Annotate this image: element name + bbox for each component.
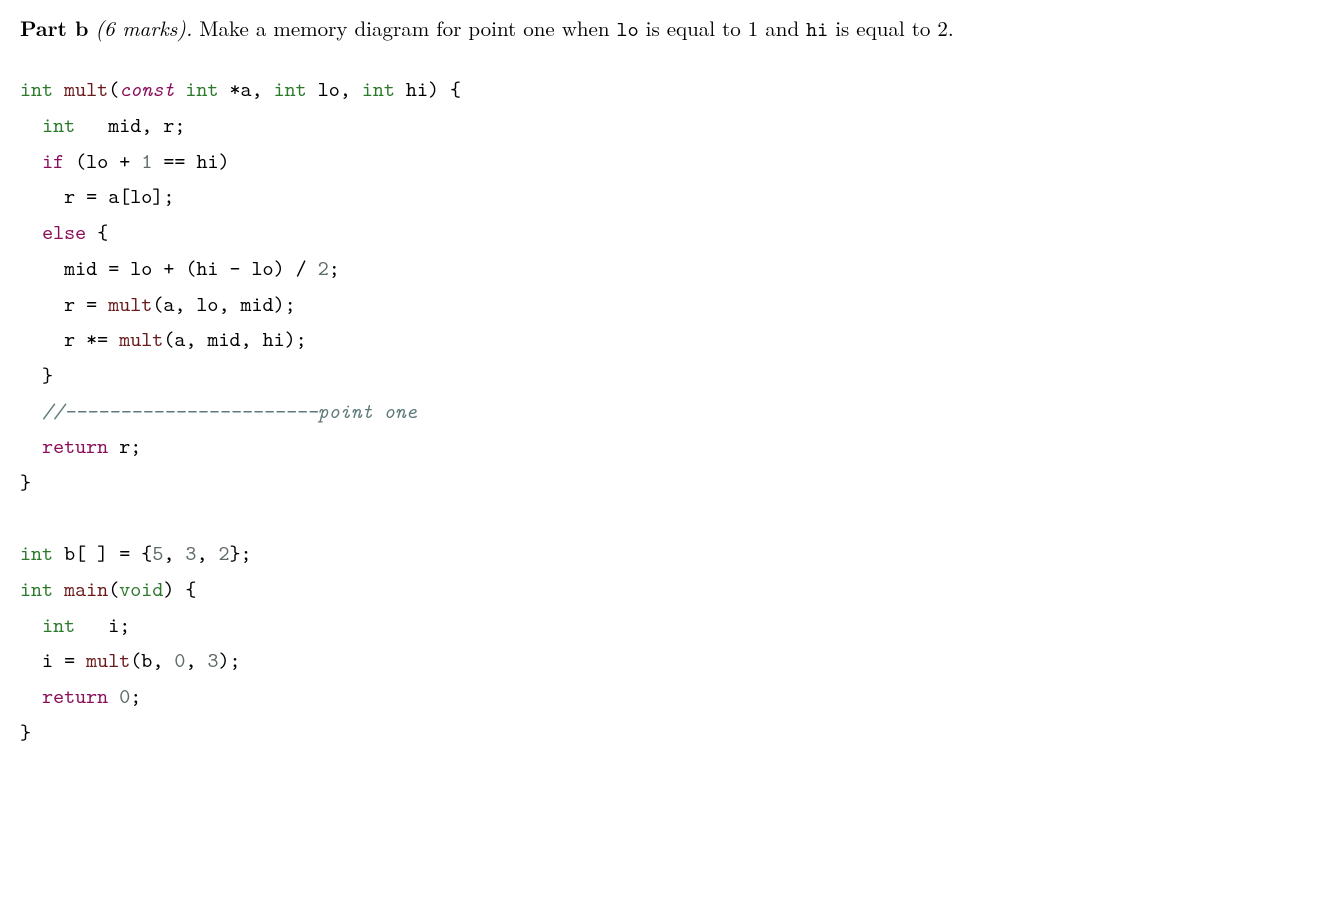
num-3b: 3 — [207, 646, 218, 674]
open-paren: ( — [108, 575, 119, 603]
i-assign: i = — [20, 646, 86, 674]
inline-code-hi: hi — [806, 15, 828, 43]
indent — [20, 147, 42, 175]
ret-r: r; — [108, 432, 141, 460]
prompt-text-1: Make a memory diagram for point one when — [199, 13, 616, 43]
inline-code-lo: lo — [617, 15, 639, 43]
close-brace: } — [20, 361, 53, 389]
fn-mult: mult — [108, 290, 152, 318]
kw-int: int — [362, 75, 395, 103]
open-paren: ( — [108, 75, 119, 103]
kw-return: return — [42, 682, 108, 710]
semi: ; — [130, 682, 141, 710]
kw-const: const — [119, 75, 174, 103]
prompt-text-2: is equal to 1 and — [639, 13, 807, 43]
else-brace: { — [86, 218, 108, 246]
fn-mult: mult — [64, 75, 108, 103]
indent — [20, 432, 42, 460]
indent — [20, 111, 42, 139]
kw-int: int — [42, 111, 75, 139]
kw-int: int — [185, 75, 218, 103]
kw-if: if — [42, 147, 64, 175]
prompt-text-3: is equal to 2. — [828, 13, 954, 43]
close-brace: } — [20, 468, 31, 496]
sig-1: *a, — [218, 75, 273, 103]
num-2b: 2 — [219, 539, 230, 567]
marks-label: (6 marks). — [95, 13, 192, 43]
fn-main: main — [64, 575, 108, 603]
kw-return: return — [42, 432, 108, 460]
kw-else: else — [42, 218, 86, 246]
comma: , — [185, 646, 207, 674]
semi: ; — [329, 254, 340, 282]
num-3: 3 — [185, 539, 196, 567]
ret-sp — [108, 682, 119, 710]
num-1: 1 — [141, 147, 152, 175]
r-assign-1: r = — [20, 290, 108, 318]
fn-mult: mult — [119, 325, 163, 353]
call-open: (b, — [130, 646, 174, 674]
b-close: }; — [230, 539, 252, 567]
num-0b: 0 — [119, 682, 130, 710]
comma: , — [163, 539, 185, 567]
kw-void: void — [119, 575, 163, 603]
call-args-2: (a, mid, hi); — [163, 325, 306, 353]
question-prompt: Part b (6 marks). Make a memory diagram … — [20, 14, 1323, 44]
b-decl: b[ ] = { — [53, 539, 152, 567]
close-brace: } — [20, 718, 31, 746]
num-0: 0 — [174, 646, 185, 674]
sig-2: lo, — [307, 75, 362, 103]
comma: , — [196, 539, 218, 567]
fn-mult: mult — [86, 646, 130, 674]
comment-point-one: //-----------------------point one — [20, 397, 417, 425]
kw-int: int — [42, 611, 75, 639]
line-assign: r = a[lo]; — [20, 182, 174, 210]
mid-assign-1: mid = lo + (hi - lo) / — [20, 254, 318, 282]
indent — [20, 611, 42, 639]
part-label: Part b — [20, 13, 88, 43]
num-5: 5 — [152, 539, 163, 567]
kw-int: int — [20, 575, 53, 603]
indent — [20, 682, 42, 710]
kw-int: int — [20, 75, 53, 103]
main-sig: ) { — [163, 575, 196, 603]
if-cond-1: (lo + — [64, 147, 141, 175]
call-close: ); — [219, 646, 241, 674]
code-block: int mult(const int *a, int lo, int hi) {… — [20, 72, 1323, 750]
indent — [20, 218, 42, 246]
num-2: 2 — [318, 254, 329, 282]
i-decl: i; — [75, 611, 130, 639]
call-args-1: (a, lo, mid); — [152, 290, 295, 318]
r-mul-1: r *= — [20, 325, 119, 353]
if-cond-2: == hi) — [152, 147, 229, 175]
kw-int: int — [274, 75, 307, 103]
kw-int: int — [20, 539, 53, 567]
line-decl: mid, r; — [75, 111, 185, 139]
sig-3: hi) { — [395, 75, 461, 103]
